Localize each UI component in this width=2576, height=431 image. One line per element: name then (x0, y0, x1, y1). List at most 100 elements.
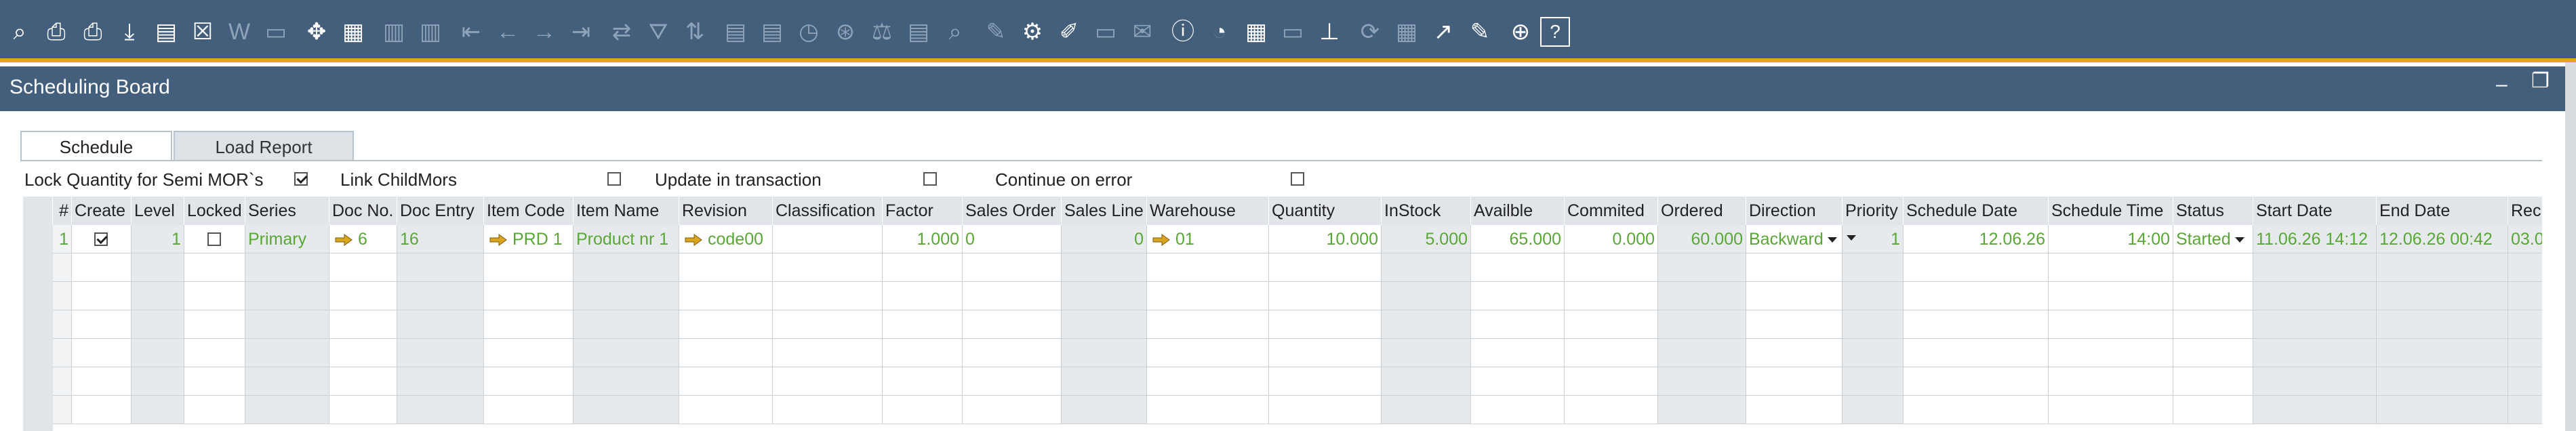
activity-icon[interactable]: ◷ (792, 15, 826, 49)
column-header-doc-entry[interactable]: Doc Entry (397, 197, 484, 225)
column-header-classification[interactable]: Classification (773, 197, 883, 225)
lock-quantity-checkbox[interactable] (294, 172, 308, 186)
move-icon[interactable]: ✥ (300, 15, 334, 49)
message-icon[interactable]: ▭ (1089, 15, 1123, 49)
cell-num[interactable]: 1 (53, 225, 72, 253)
cell-warehouse[interactable]: 01 (1147, 225, 1269, 253)
alert-icon[interactable]: ✉ (1125, 15, 1159, 49)
cell-start-date[interactable]: 11.06.26 14:12 (2253, 225, 2377, 253)
column-header-doc-no[interactable]: Doc No. (329, 197, 397, 225)
cell-quantity[interactable]: 10.000 (1269, 225, 1382, 253)
pdf-icon[interactable]: ▭ (259, 15, 293, 49)
cell-end-date[interactable]: 12.06.26 00:42 (2377, 225, 2508, 253)
column-header-instock[interactable]: InStock (1382, 197, 1471, 225)
cell-sales-order[interactable]: 0 (963, 225, 1062, 253)
cell-direction[interactable]: Backward (1746, 225, 1843, 253)
column-header-priority[interactable]: Priority (1843, 197, 1904, 225)
column-header-series[interactable]: Series (245, 197, 329, 225)
link-arrow-icon[interactable] (335, 234, 353, 247)
column-header-availble[interactable]: Availble (1471, 197, 1565, 225)
export-pdf-icon[interactable]: ⤓ (113, 15, 146, 49)
refresh-icon[interactable]: ⇄ (605, 15, 639, 49)
print-layout-icon[interactable]: ▤ (149, 15, 183, 49)
cell-availble[interactable]: 65.000 (1471, 225, 1565, 253)
link-childmors-checkbox[interactable] (607, 172, 621, 186)
column-header-level[interactable]: Level (132, 197, 184, 225)
gross-profit-icon[interactable]: ▤ (902, 15, 935, 49)
message-list-icon[interactable]: ▭ (1276, 15, 1310, 49)
column-header-ordered[interactable]: Ordered (1658, 197, 1746, 225)
column-header-direction[interactable]: Direction (1746, 197, 1843, 225)
pen-icon[interactable]: ✎ (1463, 15, 1497, 49)
columns-icon[interactable]: ▥ (377, 15, 411, 49)
cell-locked[interactable] (184, 225, 245, 253)
tab-schedule[interactable]: Schedule (20, 131, 172, 161)
column-header-num[interactable]: # (53, 197, 72, 225)
print-preview-icon[interactable]: ⎙ (76, 15, 110, 49)
help-icon[interactable]: ? (1540, 17, 1570, 47)
find-icon[interactable]: ⌕ (3, 15, 37, 49)
locked-checkbox[interactable] (207, 232, 221, 246)
cell-ordered[interactable]: 60.000 (1658, 225, 1746, 253)
cell-item-name[interactable]: Product nr 1 (573, 225, 679, 253)
print-icon[interactable]: ⎙ (39, 15, 73, 49)
column-header-quantity[interactable]: Quantity (1269, 197, 1382, 225)
settings-form-icon[interactable]: ⚙ (1015, 15, 1049, 49)
filter-icon[interactable]: ⛛ (641, 15, 675, 49)
scheduling-grid[interactable]: #1 Create Level 1 Locked Series Primary Doc No.… (23, 197, 2542, 431)
column-header-rec[interactable]: Rec... (2508, 197, 2542, 225)
cell-doc-no[interactable]: 6 (329, 225, 397, 253)
drill-down-icon[interactable]: ⌕ (938, 15, 972, 49)
update-in-transaction-checkbox[interactable] (923, 172, 937, 186)
column-header-factor[interactable]: Factor (883, 197, 963, 225)
first-record-icon[interactable]: ⇤ (454, 15, 488, 49)
cell-item-code[interactable]: PRD 1 (484, 225, 573, 253)
cell-create[interactable] (72, 225, 132, 253)
form-settings-icon[interactable]: ✐ (1052, 15, 1086, 49)
previous-record-icon[interactable]: ← (491, 15, 525, 49)
calculator-icon[interactable]: ▦ (1239, 15, 1273, 49)
filter-doc-icon[interactable]: ▦ (336, 15, 370, 49)
cell-status[interactable]: Started (2173, 225, 2253, 253)
column-header-item-name[interactable]: Item Name (573, 197, 679, 225)
refresh-clock-icon[interactable]: ⟳ (1353, 15, 1387, 49)
column-header-sales-line[interactable]: Sales Line (1062, 197, 1147, 225)
cell-series[interactable]: Primary (245, 225, 329, 253)
cell-instock[interactable]: 5.000 (1382, 225, 1471, 253)
link-arrow-icon[interactable] (685, 234, 702, 247)
columns-gap-icon[interactable]: ▥ (414, 15, 447, 49)
word-icon[interactable]: W (222, 15, 256, 49)
continue-on-error-checkbox[interactable] (1291, 172, 1304, 186)
layout-icon[interactable]: ▦ (1390, 15, 1424, 49)
column-header-commited[interactable]: Commited (1565, 197, 1658, 225)
cell-classification[interactable] (773, 225, 883, 253)
create-checkbox[interactable] (94, 232, 108, 246)
cell-priority[interactable]: 1 (1843, 225, 1904, 253)
cell-factor[interactable]: 1.000 (883, 225, 963, 253)
tab-load-report[interactable]: Load Report (174, 131, 354, 161)
balance-icon[interactable]: ⚖ (865, 15, 899, 49)
cell-commited[interactable]: 0.000 (1565, 225, 1658, 253)
sort-icon[interactable]: ⇅ (678, 15, 712, 49)
target-document-icon[interactable]: ▤ (755, 15, 789, 49)
cell-schedule-time[interactable]: 14:00 (2049, 225, 2173, 253)
column-header-end-date[interactable]: End Date (2377, 197, 2508, 225)
column-header-sales-order[interactable]: Sales Order (963, 197, 1062, 225)
link-arrow-icon[interactable] (1152, 234, 1170, 247)
web-icon[interactable]: ⊕ (1504, 15, 1537, 49)
payment-icon[interactable]: ⊛ (828, 15, 862, 49)
next-record-icon[interactable]: → (527, 15, 561, 49)
column-header-start-date[interactable]: Start Date (2253, 197, 2377, 225)
edit-icon[interactable]: ✎ (979, 15, 1013, 49)
cell-revision[interactable]: code00 (679, 225, 773, 253)
user-stamp-icon[interactable]: ⊥ (1312, 15, 1346, 49)
minimize-button[interactable]: ‒ (2496, 73, 2508, 96)
maximize-button[interactable]: ❐ (2531, 69, 2550, 93)
cell-level[interactable]: 1 (132, 225, 184, 253)
document-info-icon[interactable]: ⓘ (1166, 15, 1200, 49)
column-header-item-code[interactable]: Item Code (484, 197, 573, 225)
close-window-icon[interactable]: ☒ (186, 15, 220, 49)
base-document-icon[interactable]: ▤ (719, 15, 752, 49)
dropdown-arrow-icon[interactable] (1847, 235, 1856, 241)
column-header-status[interactable]: Status (2173, 197, 2253, 225)
